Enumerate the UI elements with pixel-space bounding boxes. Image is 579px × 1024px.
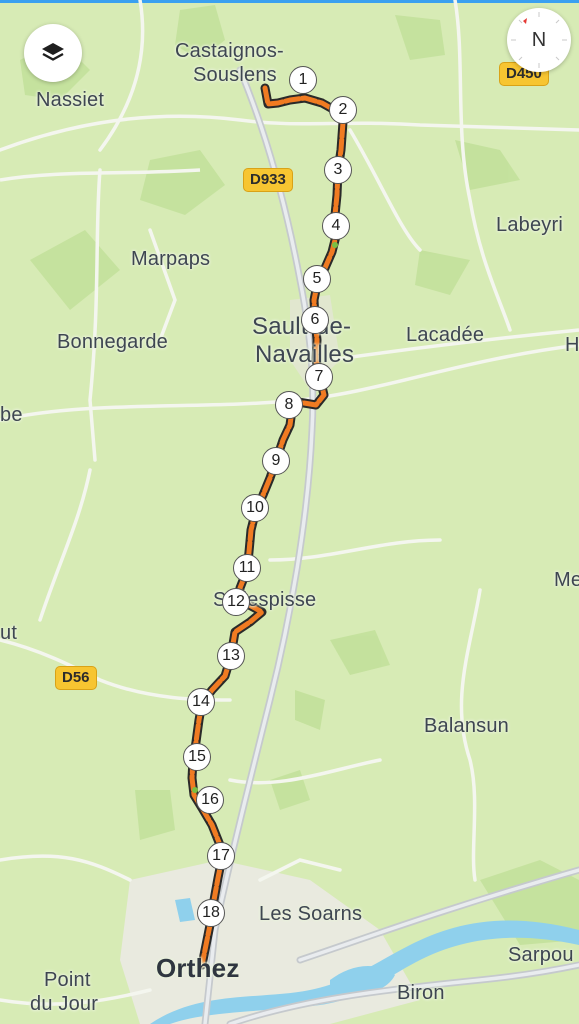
road-shield: D56 [55, 666, 97, 690]
route-marker[interactable]: 7 [305, 363, 333, 391]
compass-button[interactable]: N [507, 8, 571, 72]
route-marker[interactable]: 9 [262, 447, 290, 475]
place-label: Biron [397, 982, 445, 1004]
road-shield: D933 [243, 168, 293, 192]
place-label: Balansun [424, 715, 509, 737]
place-label: Souslens [193, 64, 277, 86]
place-label: H [565, 334, 579, 356]
route-marker[interactable]: 14 [187, 688, 215, 716]
place-label: Bonnegarde [57, 331, 168, 353]
place-label: ut [0, 622, 18, 644]
route-marker[interactable]: 17 [207, 842, 235, 870]
place-label: Lacadée [406, 324, 485, 346]
route-marker[interactable]: 4 [322, 212, 350, 240]
compass-ring-icon [511, 12, 567, 68]
route-marker[interactable]: 3 [324, 156, 352, 184]
route-marker[interactable]: 15 [183, 743, 211, 771]
layers-button[interactable] [24, 24, 82, 82]
place-label: Castaignos- [175, 40, 284, 62]
place-label: Me [554, 569, 579, 591]
place-label: Marpaps [131, 248, 211, 270]
route-marker[interactable]: 13 [217, 642, 245, 670]
place-label: du Jour [30, 993, 99, 1015]
route-line [189, 85, 346, 968]
layers-icon [42, 43, 64, 61]
place-label: be [0, 404, 23, 426]
route-marker[interactable]: 11 [233, 554, 261, 582]
route-marker[interactable]: 5 [303, 265, 331, 293]
place-label: Point [44, 969, 91, 991]
map-base [0, 0, 579, 1024]
place-label: Sarpou [508, 944, 574, 966]
route-marker[interactable]: 1 [289, 66, 317, 94]
route-marker[interactable]: 2 [329, 96, 357, 124]
route-marker[interactable]: 6 [301, 306, 329, 334]
map-view[interactable]: Castaignos- Souslens Nassiet Labeyri Mar… [0, 0, 579, 1024]
route-marker[interactable]: 18 [197, 899, 225, 927]
place-label: Nassiet [36, 89, 105, 111]
place-label: Les Soarns [259, 903, 363, 925]
route-marker[interactable]: 16 [196, 786, 224, 814]
route-marker[interactable]: 12 [222, 588, 250, 616]
place-label: Orthez [156, 953, 240, 983]
place-label: Labeyri [496, 214, 563, 236]
route-marker[interactable]: 10 [241, 494, 269, 522]
route-marker[interactable]: 8 [275, 391, 303, 419]
place-label: Navailles [255, 341, 355, 368]
